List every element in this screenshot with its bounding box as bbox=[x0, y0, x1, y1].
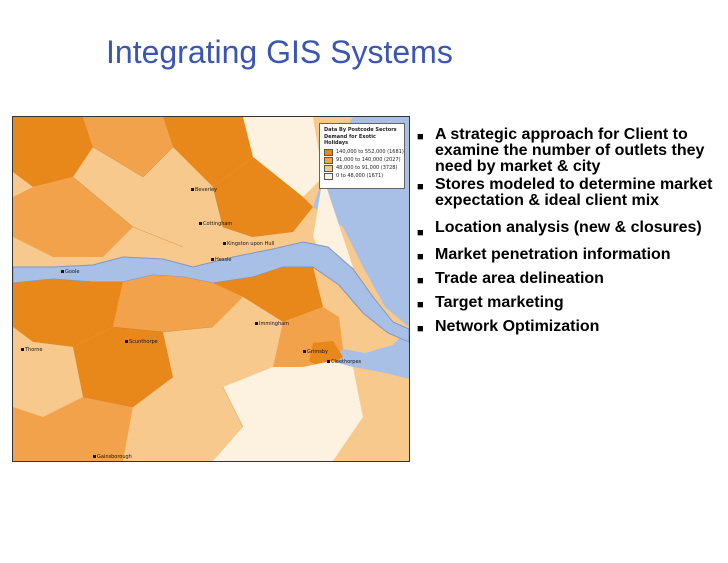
slide-title: Integrating GIS Systems bbox=[106, 34, 453, 70]
town-label-thorne: Thorne bbox=[21, 347, 43, 353]
legend-label: 48,000 to 91,000 (3728) bbox=[336, 165, 398, 172]
square-bullet-icon: ■ bbox=[417, 323, 424, 335]
legend-label: 91,000 to 140,000 (2027) bbox=[336, 157, 401, 164]
town-label-hull: Kingston upon Hull bbox=[223, 241, 274, 247]
legend-swatch bbox=[324, 157, 333, 164]
legend-entry: 140,000 to 552,000 (1681) bbox=[324, 149, 404, 157]
square-bullet-icon: ■ bbox=[417, 181, 424, 193]
gis-map: Data By Postcode Sectors Demand for Exot… bbox=[12, 116, 410, 462]
legend-entry: 0 to 48,000 (1671) bbox=[324, 173, 400, 181]
square-bullet-icon: ■ bbox=[417, 275, 424, 287]
legend-label: 0 to 48,000 (1671) bbox=[336, 173, 384, 180]
legend-swatch bbox=[324, 165, 333, 172]
legend-title: Data By Postcode Sectors bbox=[324, 127, 397, 133]
town-label-beverley: Beverley bbox=[191, 187, 217, 193]
square-bullet-icon: ■ bbox=[417, 131, 424, 143]
legend-swatch bbox=[324, 173, 333, 180]
bullet-item: ■ Target marketing bbox=[417, 294, 564, 312]
square-bullet-icon: ■ bbox=[417, 227, 424, 239]
legend-entry: 48,000 to 91,000 (3728) bbox=[324, 165, 400, 173]
legend-subtitle: Demand for Exotic Holidays bbox=[324, 133, 376, 147]
town-label-grimsby: Grimsby bbox=[303, 349, 328, 355]
legend-entry: 91,000 to 140,000 (2027) bbox=[324, 157, 401, 165]
bullet-item: ■ Trade area delineation bbox=[417, 270, 604, 288]
map-legend: Data By Postcode Sectors Demand for Exot… bbox=[319, 123, 405, 189]
square-bullet-icon: ■ bbox=[417, 251, 424, 263]
town-label-immingham: Immingham bbox=[255, 321, 289, 327]
town-label-scunthorpe: Scunthorpe bbox=[125, 339, 158, 345]
bullet-item: ■ Stores modeled to determine market expe… bbox=[417, 176, 713, 209]
bullet-item: ■ Location analysis (new & closures) bbox=[413, 217, 725, 239]
town-label-cottingham: Cottingham bbox=[199, 221, 232, 227]
legend-label: 140,000 to 552,000 (1681) bbox=[336, 149, 404, 156]
legend-swatch bbox=[324, 149, 333, 156]
town-label-gainsborough: Gainsborough bbox=[93, 454, 132, 460]
town-label-goole: Goole bbox=[61, 269, 79, 275]
bullet-item: ■ A strategic approach for Client to exam… bbox=[417, 126, 705, 175]
square-bullet-icon: ■ bbox=[417, 299, 424, 311]
bullet-list: ■ A strategic approach for Client to exam… bbox=[413, 127, 725, 343]
town-label-cleethorpes: Cleethorpes bbox=[327, 359, 361, 365]
town-label-hessle: Hessle bbox=[211, 257, 232, 263]
bullet-item: ■ Market penetration information bbox=[417, 246, 671, 264]
bullet-item: ■ Network Optimization bbox=[417, 318, 600, 336]
